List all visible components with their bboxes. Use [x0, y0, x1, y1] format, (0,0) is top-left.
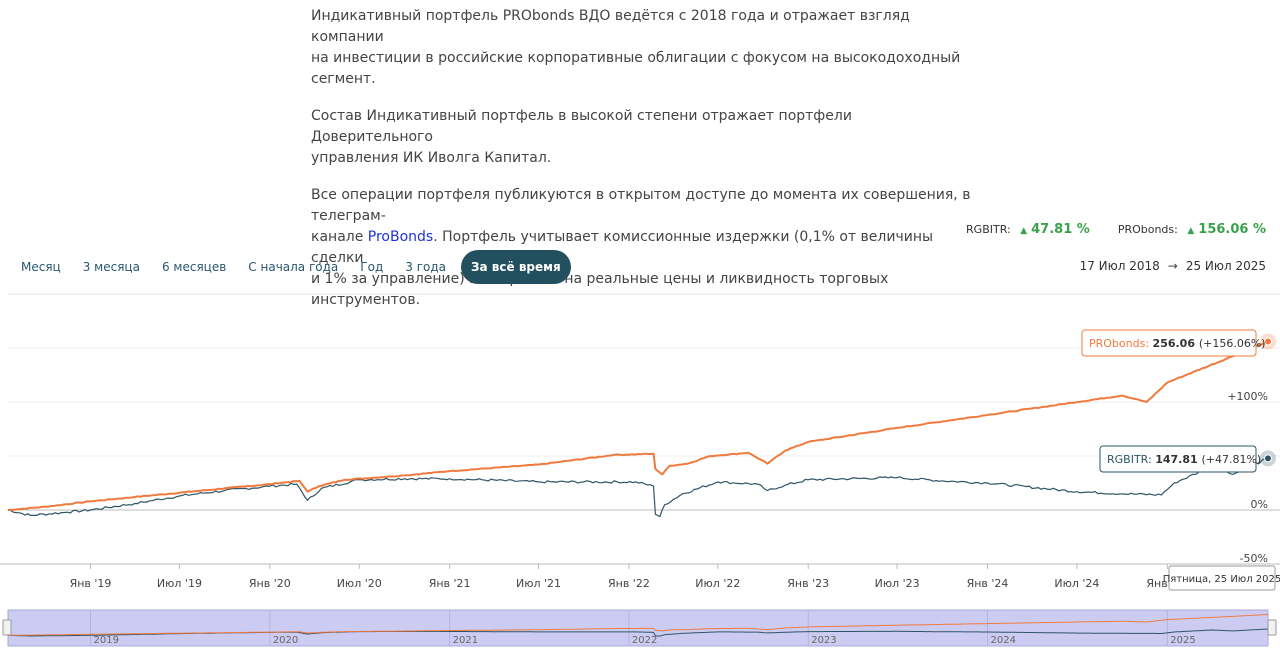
range-button-3[interactable]: С начала года	[237, 250, 349, 284]
probonds-series-line	[7, 340, 1269, 511]
range-button-2[interactable]: 6 месяцев	[151, 250, 237, 284]
date-from[interactable]: 17 Июл 2018	[1080, 259, 1160, 273]
intro-p1-line1: Индикативный портфель PRObonds ВДО ведёт…	[311, 8, 910, 45]
range-button-5[interactable]: 3 года	[394, 250, 457, 284]
rgbitr-tooltip-part-0: RGBITR:	[1107, 453, 1155, 466]
x-tick-label: Июл '21	[516, 577, 561, 590]
probonds-summary-value: 156.06 %	[1198, 222, 1266, 237]
rgbitr-end-marker	[1264, 454, 1272, 463]
intro-paragraph-2: Состав Индикативный портфель в высокой с…	[311, 106, 971, 169]
navigator-year-label: 2023	[811, 635, 836, 646]
up-arrow-icon: ▲	[1187, 226, 1195, 236]
intro-p3-line1: Все операции портфеля публикуются в откр…	[311, 187, 971, 224]
range-button-1[interactable]: 3 месяца	[72, 250, 151, 284]
navigator-left-handle[interactable]	[2, 619, 12, 636]
probonds-tooltip-part-2: (+156.06%)	[1199, 337, 1266, 350]
navigator-year-label: 2021	[453, 635, 478, 646]
probonds-tooltip-part-0: PRObonds:	[1089, 337, 1153, 350]
x-tick-label: Июл '20	[337, 577, 382, 590]
rgbitr-summary-value: 47.81 %	[1031, 222, 1090, 237]
rgbitr-summary: RGBITR: ▲ 47.81 %	[966, 222, 1090, 237]
x-tick-label: Июл '23	[875, 577, 920, 590]
date-to[interactable]: 25 Июл 2025	[1186, 259, 1266, 273]
range-button-0[interactable]: Месяц	[10, 250, 72, 284]
intro-p2-line1: Состав Индикативный портфель в высокой с…	[311, 108, 852, 145]
x-tick-label: Янв '22	[608, 577, 650, 590]
navigator-year-label: 2020	[273, 635, 298, 646]
y-tick-label: +100%	[1227, 390, 1268, 403]
probonds-tooltip-text: PRObonds: 256.06 (+156.06%)	[1089, 337, 1266, 350]
x-tick-label: Янв '20	[249, 577, 291, 590]
rgbitr-tooltip-part-2: (+47.81%)	[1201, 453, 1261, 466]
x-tick-label: Июл '24	[1054, 577, 1099, 590]
intro-p1-line2: на инвестиции в российские корпоративные…	[311, 50, 961, 87]
range-selector: Месяц 3 месяца 6 месяцев С начала года Год 3 …	[10, 250, 571, 284]
navigator-right-handle[interactable]	[1267, 619, 1277, 636]
x-tick-label: Янв '23	[787, 577, 829, 590]
intro-p3-line2-start: канале	[311, 229, 368, 245]
up-arrow-icon: ▲	[1020, 226, 1028, 236]
y-tick-label: 0%	[1251, 498, 1268, 511]
range-button-4[interactable]: Год	[349, 250, 394, 284]
date-range: 17 Июл 2018 → 25 Июл 2025	[1080, 259, 1266, 273]
y-tick-label: -50%	[1240, 552, 1268, 565]
x-tick-label: Июл '22	[695, 577, 740, 590]
navigator-year-label: 2022	[632, 635, 657, 646]
probonds-tooltip-part-1: 256.06	[1153, 337, 1199, 350]
rgbitr-series-line	[7, 457, 1269, 518]
navigator-year-label: 2019	[94, 635, 119, 646]
navigator-year-label: 2024	[991, 635, 1016, 646]
rgbitr-tooltip-text: RGBITR: 147.81 (+47.81%)	[1107, 453, 1261, 466]
arrow-right-icon: →	[1167, 259, 1178, 273]
probonds-summary-label: PRObonds:	[1117, 223, 1178, 236]
date-tooltip-text: Пятница, 25 Июл 2025	[1163, 574, 1280, 585]
intro-p2-line2: управления ИК Иволга Капитал.	[311, 150, 552, 166]
x-tick-label: Янв '24	[967, 577, 1009, 590]
x-tick-label: Июл '19	[157, 577, 202, 590]
performance-chart[interactable]: -50% 0% +100% Янв '19 Июл '19 Янв '20 Июл '20 Я…	[0, 290, 1280, 658]
x-tick-label: Янв '19	[70, 577, 112, 590]
probonds-summary: PRObonds: ▲ 156.06 %	[1118, 222, 1266, 237]
navigator-year-label: 2025	[1170, 635, 1195, 646]
performance-summary: RGBITR: ▲ 47.81 % PRObonds: ▲ 156.06 %	[966, 222, 1266, 237]
range-button-6[interactable]: За всё время	[461, 250, 571, 284]
x-tick-label: Янв '21	[429, 577, 471, 590]
intro-paragraph-1: Индикативный портфель PRObonds ВДО ведёт…	[311, 6, 971, 90]
probonds-channel-link[interactable]: ProBonds	[368, 229, 433, 245]
rgbitr-tooltip-part-1: 147.81	[1155, 453, 1201, 466]
rgbitr-summary-label: RGBITR:	[966, 223, 1011, 236]
